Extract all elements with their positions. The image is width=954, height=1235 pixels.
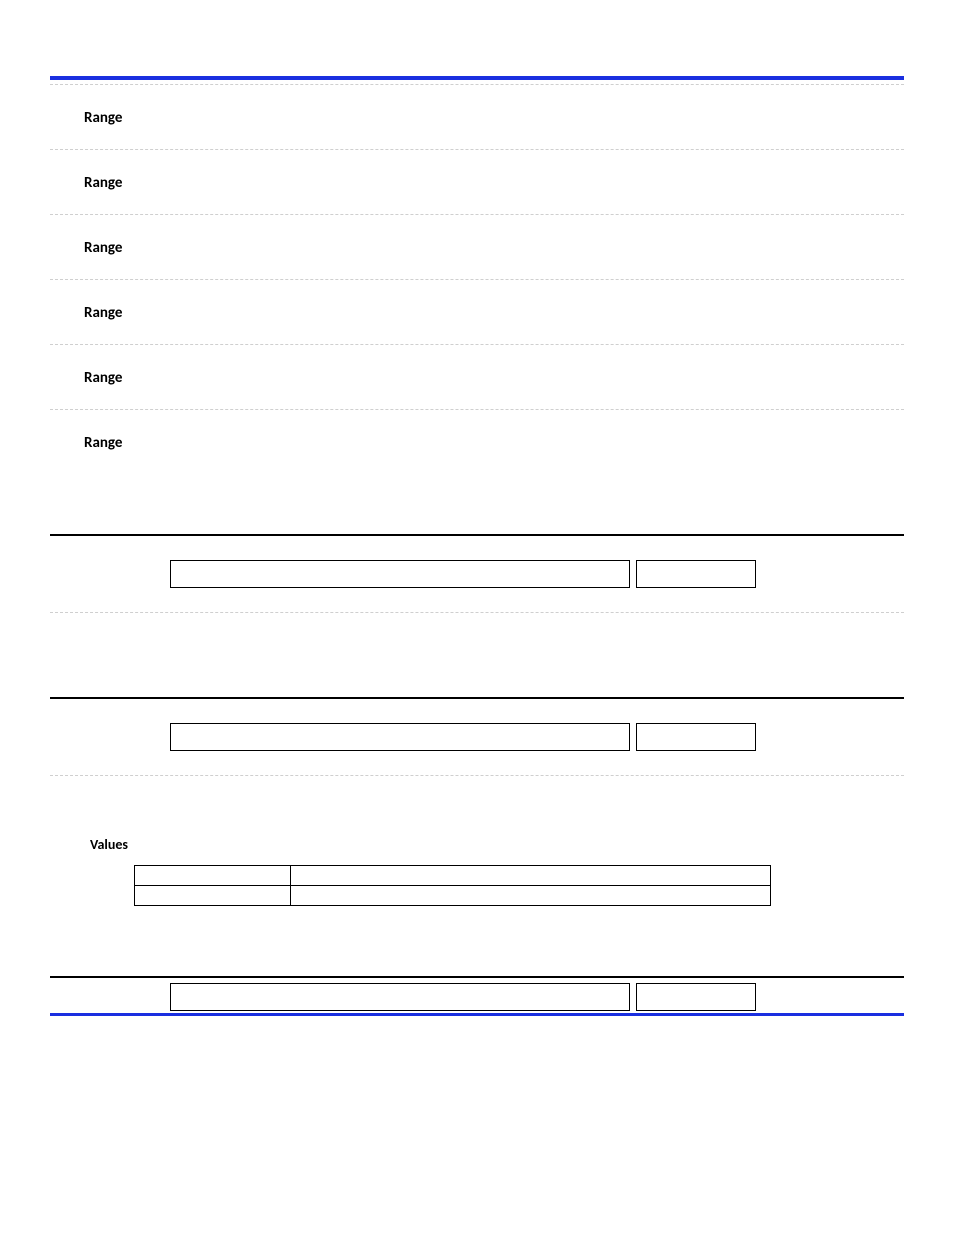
empty-box-large <box>170 723 630 751</box>
spacer <box>50 613 904 697</box>
empty-box-small <box>636 560 756 588</box>
box-row <box>50 536 904 612</box>
range-row: Range <box>50 345 904 409</box>
values-block: Values <box>50 776 904 906</box>
range-row: Range <box>50 410 904 474</box>
table-cell <box>135 886 291 906</box>
box-row <box>50 978 904 1013</box>
bottom-horizontal-rule <box>50 1013 904 1016</box>
range-row: Range <box>50 150 904 214</box>
range-row: Range <box>50 215 904 279</box>
range-row: Range <box>50 85 904 149</box>
table-row <box>135 886 771 906</box>
empty-box-small <box>636 723 756 751</box>
empty-box-large <box>170 560 630 588</box>
values-table <box>134 865 771 906</box>
box-row <box>50 699 904 775</box>
spacer <box>50 906 904 976</box>
table-cell <box>291 886 771 906</box>
top-horizontal-rule <box>50 76 904 80</box>
empty-box-large <box>170 983 630 1011</box>
empty-box-small <box>636 983 756 1011</box>
table-cell <box>135 866 291 886</box>
table-row <box>135 866 771 886</box>
values-heading: Values <box>90 836 904 853</box>
table-cell <box>291 866 771 886</box>
range-row: Range <box>50 280 904 344</box>
spacer <box>50 474 904 534</box>
document-page: Range Range Range Range Range Range Valu… <box>0 0 954 1235</box>
